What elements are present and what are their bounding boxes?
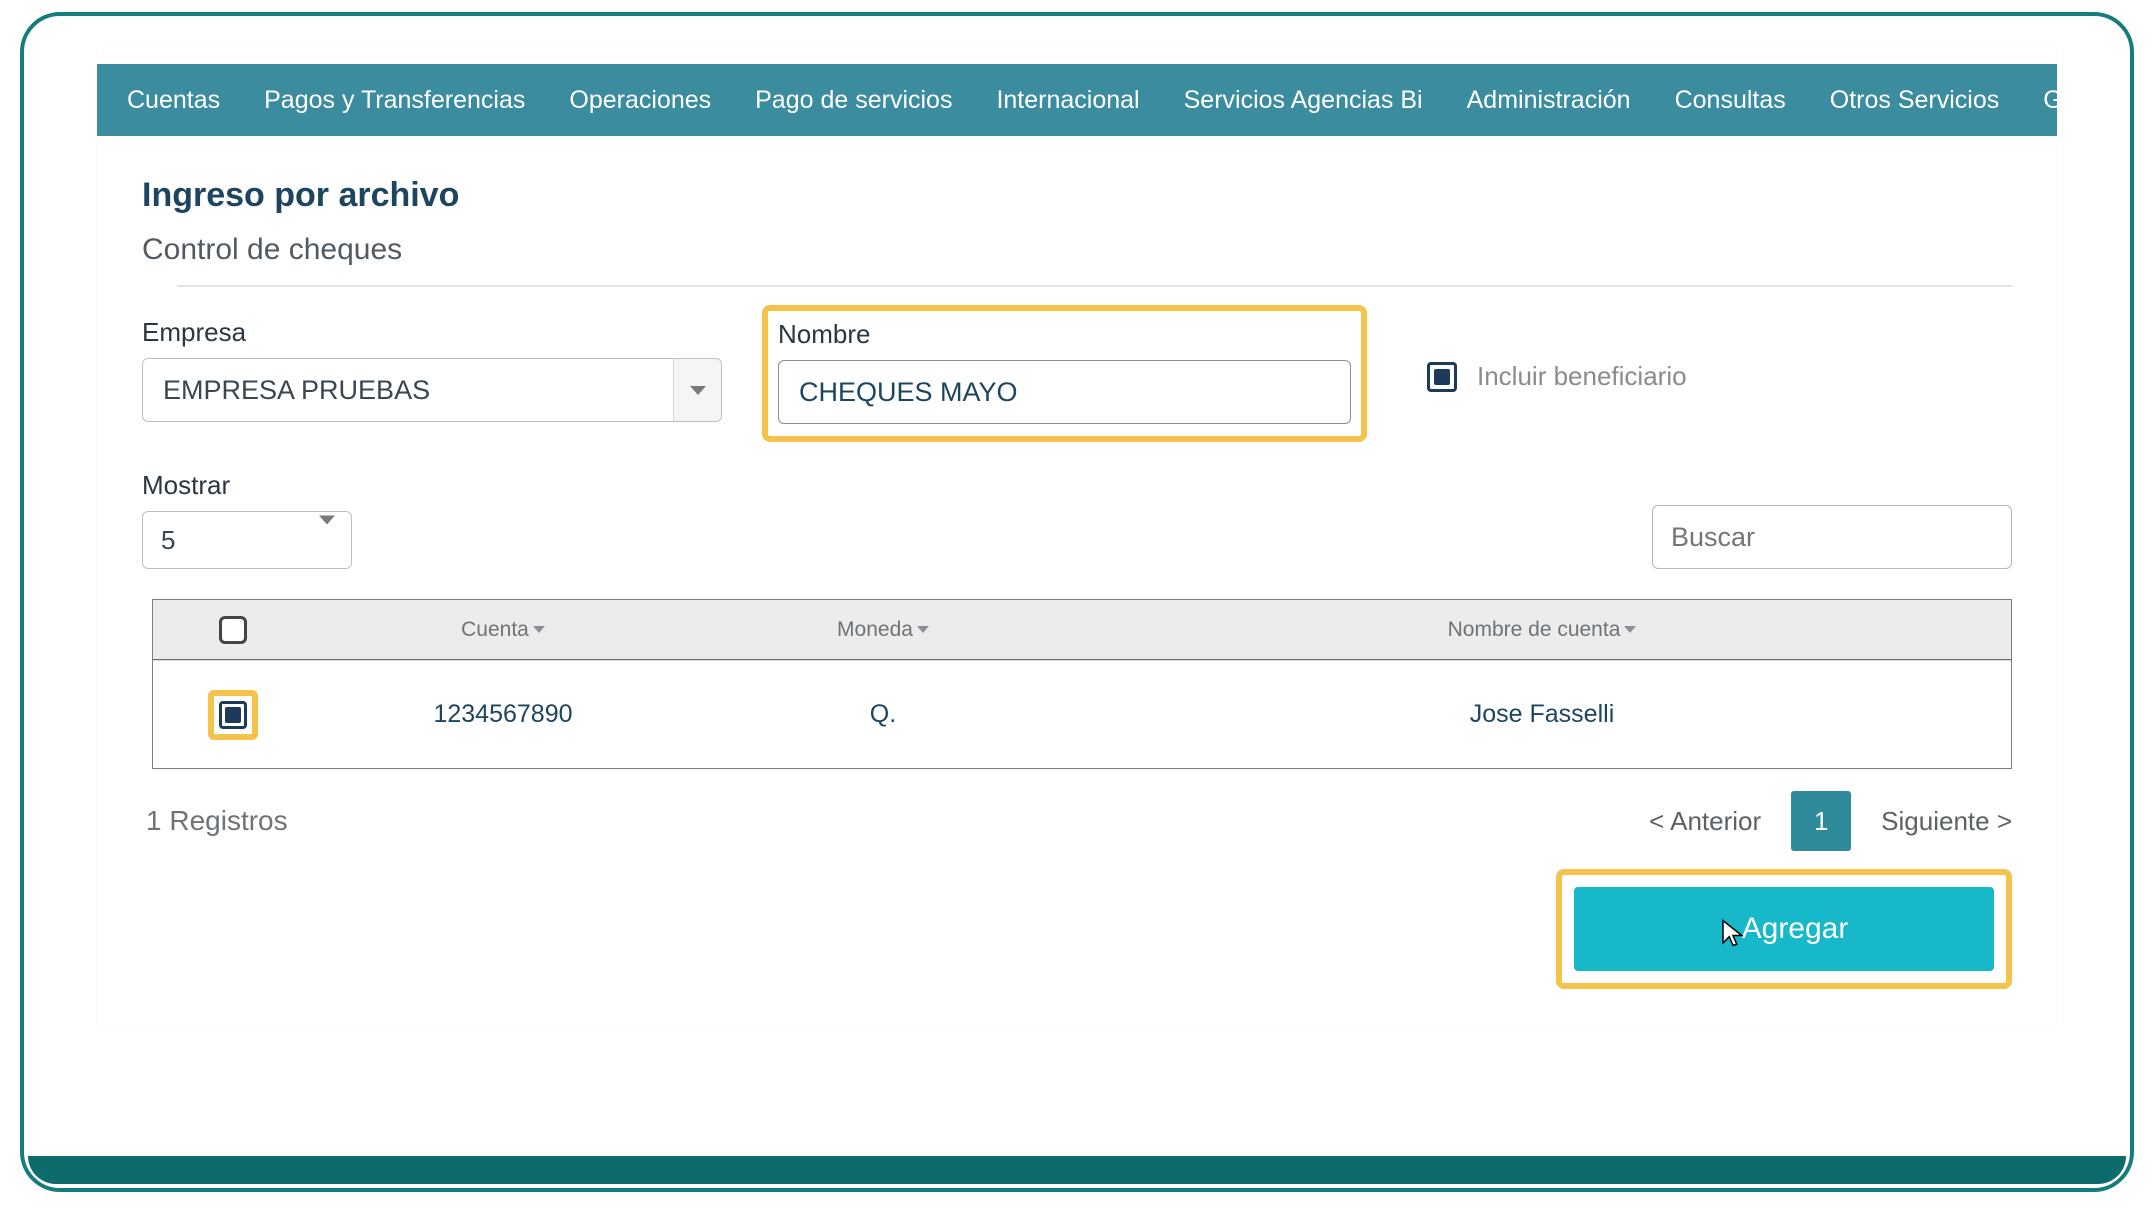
row-checkbox-highlight	[208, 690, 258, 740]
search-input[interactable]	[1652, 505, 2012, 569]
table-header: Cuenta Moneda Nombre de cuenta	[153, 600, 2011, 660]
records-count: 1 Registros	[146, 805, 288, 837]
nav-cuentas[interactable]: Cuentas	[105, 64, 242, 136]
pagination: < Anterior 1 Siguiente >	[1649, 791, 2012, 851]
mostrar-label: Mostrar	[142, 470, 352, 501]
device-base	[28, 1156, 2126, 1184]
sort-icon	[917, 626, 929, 633]
mostrar-select[interactable]: 5	[142, 511, 352, 569]
sort-icon	[1624, 626, 1636, 633]
nav-operaciones[interactable]: Operaciones	[547, 64, 733, 136]
chevron-down-icon	[673, 359, 721, 421]
sort-icon	[533, 626, 545, 633]
nombre-label: Nombre	[778, 319, 1351, 350]
empresa-select[interactable]: EMPRESA PRUEBAS	[142, 358, 722, 422]
mostrar-value: 5	[161, 525, 175, 556]
main-nav: Cuentas Pagos y Transferencias Operacion…	[97, 64, 2057, 136]
nav-internacional[interactable]: Internacional	[974, 64, 1161, 136]
next-page[interactable]: Siguiente >	[1881, 806, 2012, 837]
cell-cuenta: 1234567890	[313, 700, 693, 729]
device-frame: Cuentas Pagos y Transferencias Operacion…	[20, 12, 2134, 1192]
col-moneda[interactable]: Moneda	[693, 618, 1073, 642]
page-subtitle: Control de cheques	[142, 233, 2012, 285]
nav-gestiones[interactable]: Gestiones	[2021, 64, 2057, 136]
prev-page[interactable]: < Anterior	[1649, 806, 1761, 837]
empresa-value: EMPRESA PRUEBAS	[163, 375, 430, 406]
divider	[177, 285, 2012, 287]
nombre-highlight: Nombre	[762, 305, 1367, 442]
page-title: Ingreso por archivo	[142, 176, 2012, 215]
select-all-checkbox[interactable]	[219, 616, 247, 644]
nav-pagos-transferencias[interactable]: Pagos y Transferencias	[242, 64, 547, 136]
agregar-button[interactable]: Agregar	[1574, 887, 1994, 971]
nav-pago-servicios[interactable]: Pago de servicios	[733, 64, 974, 136]
nav-otros-servicios[interactable]: Otros Servicios	[1808, 64, 2021, 136]
cell-nombre: Jose Fasselli	[1073, 700, 2011, 729]
incluir-beneficiario-label: Incluir beneficiario	[1477, 361, 1687, 392]
nav-servicios-agencias[interactable]: Servicios Agencias Bi	[1162, 64, 1445, 136]
chevron-down-icon	[319, 525, 335, 556]
app-window: Cuentas Pagos y Transferencias Operacion…	[97, 44, 2057, 1029]
cell-moneda: Q.	[693, 700, 1073, 729]
agregar-label: Agregar	[1742, 912, 1849, 946]
incluir-beneficiario-checkbox[interactable]	[1427, 362, 1457, 392]
agregar-highlight: Agregar	[1556, 869, 2012, 989]
col-nombre-cuenta[interactable]: Nombre de cuenta	[1073, 618, 2011, 642]
table-row: 1234567890 Q. Jose Fasselli	[153, 660, 2011, 768]
nombre-input[interactable]	[778, 360, 1351, 424]
cursor-icon	[1720, 918, 1746, 948]
nav-consultas[interactable]: Consultas	[1653, 64, 1808, 136]
nav-administracion[interactable]: Administración	[1445, 64, 1653, 136]
col-cuenta[interactable]: Cuenta	[313, 618, 693, 642]
page-number[interactable]: 1	[1791, 791, 1851, 851]
accounts-table: Cuenta Moneda Nombre de cuenta	[152, 599, 2012, 769]
row-checkbox[interactable]	[219, 701, 247, 729]
empresa-label: Empresa	[142, 317, 722, 348]
